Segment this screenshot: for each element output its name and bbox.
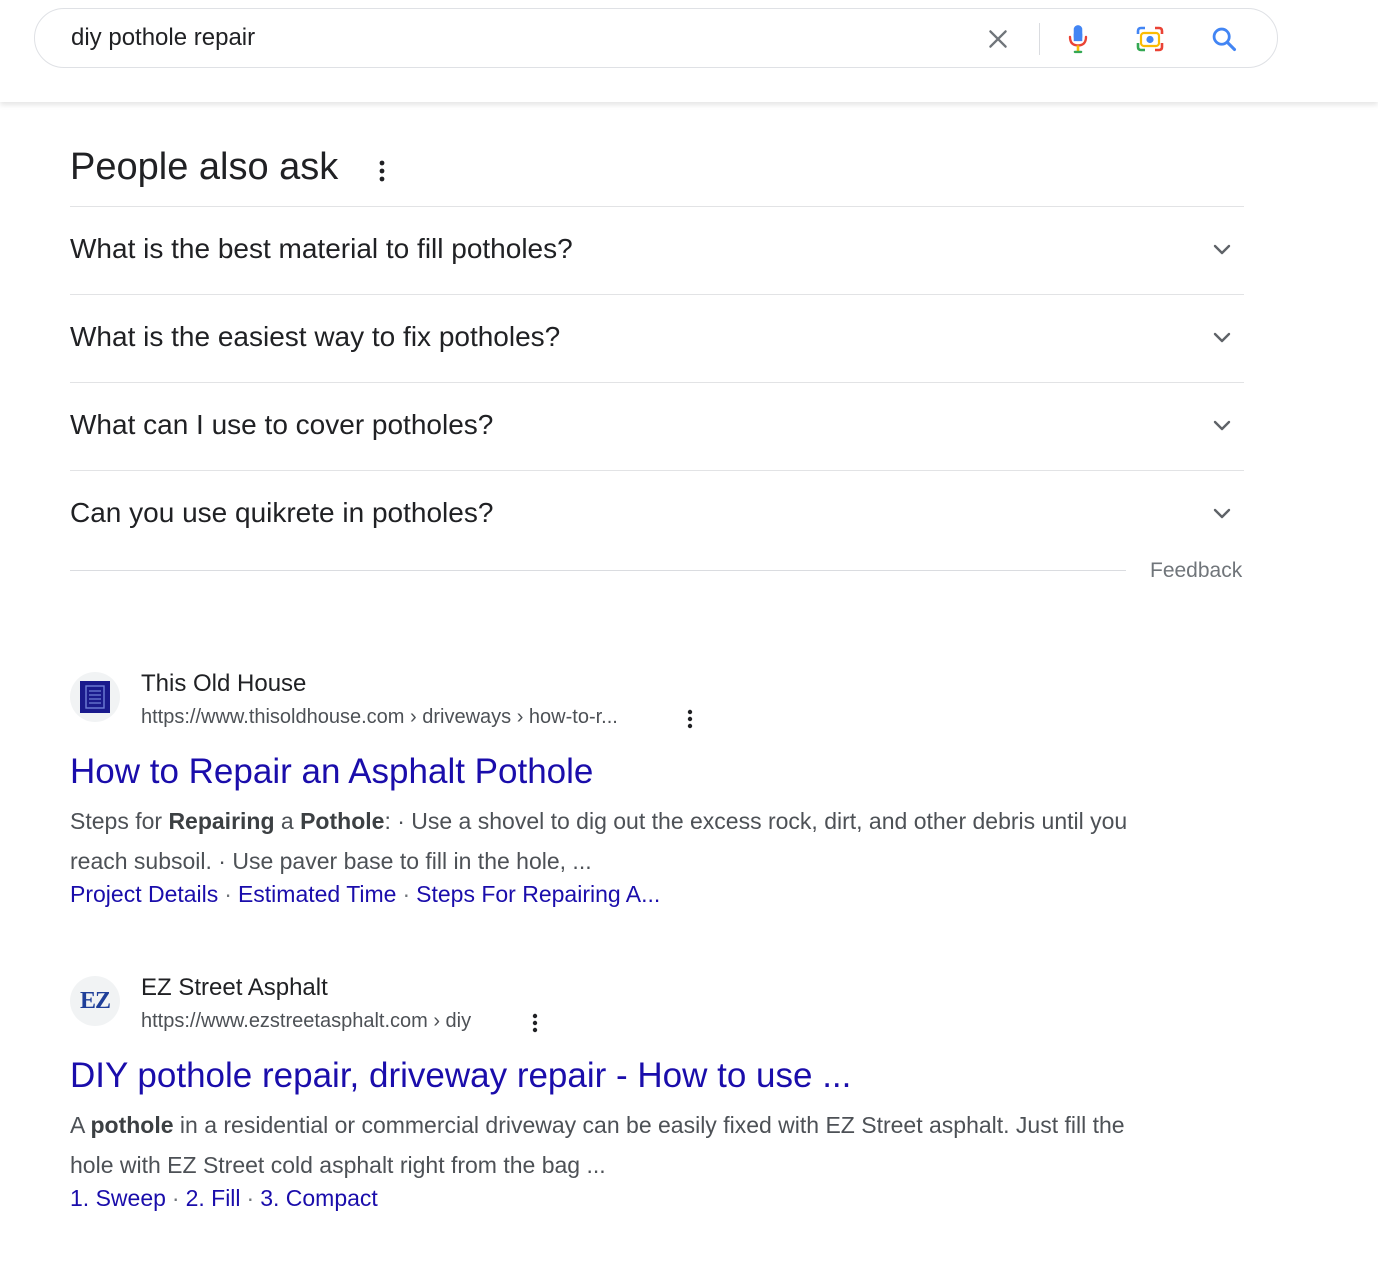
search-header [0,0,1378,102]
chevron-down-icon[interactable] [1210,237,1234,261]
sitelink[interactable]: 2. Fill [186,1185,241,1211]
paa-question[interactable]: Can you use quikrete in potholes? [70,470,1244,558]
chevron-down-icon[interactable] [1210,325,1234,349]
result-title-link[interactable]: How to Repair an Asphalt Pothole [70,752,593,792]
paa-question[interactable]: What can I use to cover potholes? [70,382,1244,470]
result-snippet: A pothole in a residential or commercial… [70,1112,1125,1178]
paa-question-text: What is the best material to fill pothol… [70,233,573,264]
sitelink-separator: · [224,881,232,907]
people-also-ask-list: What is the best material to fill pothol… [70,206,1244,558]
microphone-icon[interactable] [1062,23,1094,55]
search-divider [1039,23,1040,55]
chevron-down-icon[interactable] [1210,501,1234,525]
site-name: EZ Street Asphalt [141,974,328,1001]
sitelink-separator: · [402,881,411,907]
result-sitelinks: Project Details · Estimated Time · Steps For… [70,881,660,908]
more-options-icon[interactable] [370,156,394,186]
search-icon[interactable] [1208,23,1240,55]
result-options-icon[interactable] [525,1010,545,1036]
feedback-link[interactable]: Feedback [1150,559,1242,583]
result-snippet: Steps for Repairing a Pothole: · Use a s… [70,808,1128,874]
result-sitelinks: 1. Sweep · 2. Fill · 3. Compact [70,1185,378,1212]
search-input[interactable] [71,21,951,55]
site-url[interactable]: https://www.ezstreetasphalt.com › diy [141,1010,471,1033]
feedback-divider [70,570,1126,571]
site-favicon-icon [70,672,120,722]
people-also-ask-title: People also ask [70,146,339,188]
search-box[interactable] [34,8,1278,68]
paa-question[interactable]: What is the easiest way to fix potholes? [70,294,1244,382]
sitelink[interactable]: Steps For Repairing A... [416,881,660,907]
paa-question-text: Can you use quikrete in potholes? [70,497,494,528]
close-icon[interactable] [982,23,1014,55]
result-options-icon[interactable] [680,706,700,732]
result-title-link[interactable]: DIY pothole repair, driveway repair - Ho… [70,1056,851,1096]
camera-lens-icon[interactable] [1134,23,1166,55]
favicon-logo-text: EZ [79,987,111,1014]
sitelink[interactable]: Project Details [70,881,218,907]
chevron-down-icon[interactable] [1210,413,1234,437]
site-favicon-icon: EZ [70,976,120,1026]
site-url[interactable]: https://www.thisoldhouse.com › driveways… [141,706,618,729]
sitelink[interactable]: 1. Sweep [70,1185,166,1211]
sitelink[interactable]: 3. Compact [260,1185,378,1211]
paa-question[interactable]: What is the best material to fill pothol… [70,206,1244,294]
paa-question-text: What is the easiest way to fix potholes? [70,321,561,352]
sitelink-separator: · [246,1185,255,1211]
sitelink[interactable]: Estimated Time [238,881,397,907]
paa-question-text: What can I use to cover potholes? [70,409,494,440]
sitelink-separator: · [171,1185,180,1211]
site-name: This Old House [141,670,307,697]
